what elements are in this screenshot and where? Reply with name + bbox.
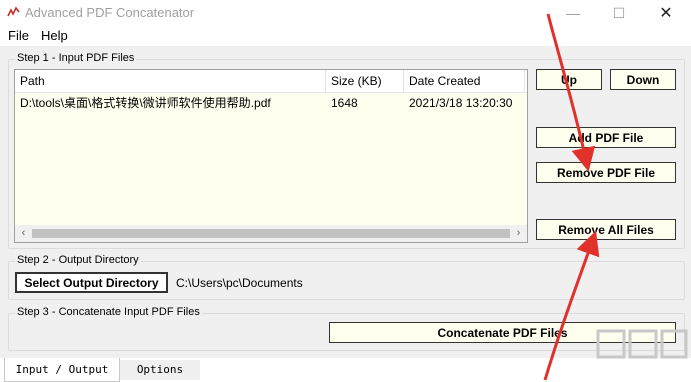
tab-bar: Input / Output Options xyxy=(0,358,691,382)
file-path-cell: D:\tools\桌面\格式转换\微讲师软件使用帮助.pdf xyxy=(20,96,271,110)
add-pdf-file-button[interactable]: Add PDF File xyxy=(536,127,676,148)
list-header: Path Size (KB) Date Created xyxy=(15,70,527,93)
remove-pdf-file-button[interactable]: Remove PDF File xyxy=(536,162,676,183)
down-button[interactable]: Down xyxy=(610,69,676,90)
menu-bar: File Help xyxy=(0,26,691,46)
column-header-size[interactable]: Size (KB) xyxy=(326,70,404,92)
menu-help[interactable]: Help xyxy=(41,28,68,43)
concatenate-pdf-files-button[interactable]: Concatenate PDF Files xyxy=(329,322,676,343)
minimize-button[interactable]: — xyxy=(550,2,596,24)
tab-options[interactable]: Options xyxy=(120,360,200,380)
select-output-directory-button[interactable]: Select Output Directory xyxy=(15,272,168,293)
column-header-path[interactable]: Path xyxy=(15,70,326,92)
horizontal-scrollbar[interactable]: ‹ › xyxy=(15,225,527,242)
menu-file[interactable]: File xyxy=(8,28,29,43)
input-files-list[interactable]: Path Size (KB) Date Created D:\tools\桌面\… xyxy=(14,69,528,243)
scroll-thumb[interactable] xyxy=(32,229,510,238)
step1-legend: Step 1 - Input PDF Files xyxy=(15,52,137,64)
tab-input-output[interactable]: Input / Output xyxy=(4,358,120,382)
maximize-button[interactable]: ☐ xyxy=(596,2,642,24)
app-logo-icon xyxy=(7,6,20,17)
scroll-left-icon[interactable]: ‹ xyxy=(15,225,32,242)
step2-legend: Step 2 - Output Directory xyxy=(15,254,141,266)
column-header-date[interactable]: Date Created xyxy=(404,70,525,92)
title-bar: Advanced PDF Concatenator — ☐ ✕ xyxy=(0,0,691,26)
remove-all-files-button[interactable]: Remove All Files xyxy=(536,219,676,240)
file-date-cell: 2021/3/18 13:20:30 xyxy=(409,96,513,110)
step3-legend: Step 3 - Concatenate Input PDF Files xyxy=(15,306,202,318)
close-button[interactable]: ✕ xyxy=(643,2,689,24)
output-directory-path: C:\Users\pc\Documents xyxy=(176,276,303,290)
file-size-cell: 1648 xyxy=(331,96,358,110)
window-title: Advanced PDF Concatenator xyxy=(25,5,195,20)
up-button[interactable]: Up xyxy=(536,69,602,90)
scroll-right-icon[interactable]: › xyxy=(510,225,527,242)
list-item[interactable]: D:\tools\桌面\格式转换\微讲师软件使用帮助.pdf 1648 2021… xyxy=(15,93,527,113)
